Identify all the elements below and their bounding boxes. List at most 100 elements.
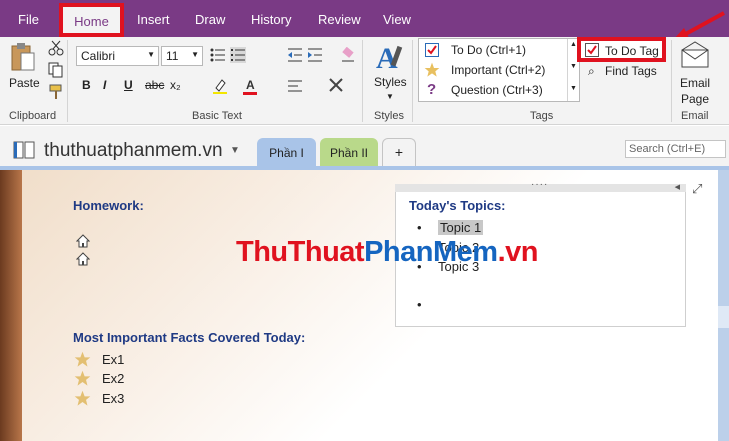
paste-icon[interactable] <box>10 42 36 72</box>
tag-item-important[interactable]: Important (Ctrl+2) <box>419 60 567 79</box>
tab-phan-1[interactable]: Phần I <box>257 138 316 168</box>
chevron-left-icon[interactable]: ◀ <box>675 183 680 191</box>
menu-home[interactable]: Home <box>59 3 124 37</box>
tags-group-label: Tags <box>530 110 554 122</box>
chevron-down-icon: ▼ <box>191 50 199 59</box>
align-icon[interactable] <box>287 78 303 94</box>
tags-gallery[interactable]: To Do (Ctrl+1) Important (Ctrl+2) ? Ques… <box>418 38 580 102</box>
menu-review[interactable]: Review <box>318 12 361 27</box>
note-container-handle[interactable]: ···· ◀ <box>395 179 686 192</box>
star-icon <box>74 370 91 386</box>
format-painter-icon[interactable] <box>48 84 64 100</box>
subscript-button[interactable]: x₂ <box>170 78 181 92</box>
watermark-logo: ThuThuatPhanMem.vn <box>236 236 538 269</box>
font-color-swatch <box>243 92 257 95</box>
divider <box>362 40 363 122</box>
star-icon <box>424 62 440 77</box>
find-tags-label: Find Tags <box>605 64 657 78</box>
add-section-tab[interactable]: + <box>382 138 416 168</box>
tag-item-label: Question (Ctrl+3) <box>451 83 543 97</box>
menu-view[interactable]: View <box>383 12 411 27</box>
facts-heading: Most Important Facts Covered Today: <box>73 330 306 345</box>
chevron-down-icon[interactable]: ▼ <box>386 92 394 101</box>
clipboard-group-label: Clipboard <box>9 110 57 122</box>
font-size-value: 11 <box>166 49 179 63</box>
fact-item[interactable]: Ex1 <box>102 352 124 367</box>
question-icon: ? <box>427 81 437 98</box>
font-color-button[interactable]: A <box>246 78 255 92</box>
font-name-select[interactable]: Calibri ▼ <box>76 46 159 66</box>
delete-icon[interactable] <box>328 77 344 93</box>
notebook-icon <box>13 141 35 159</box>
topic-item-label: Topic 1 <box>438 220 484 235</box>
tag-item-label: To Do (Ctrl+1) <box>451 43 527 57</box>
page-list-item[interactable] <box>718 170 729 306</box>
todo-tag-button[interactable]: To Do Tag <box>577 37 666 62</box>
menu-insert[interactable]: Insert <box>137 12 170 27</box>
tag-item-label: Important (Ctrl+2) <box>451 63 546 77</box>
tag-item-todo[interactable]: To Do (Ctrl+1) <box>419 40 567 59</box>
tag-item-question[interactable]: ? Question (Ctrl+3) <box>419 80 567 99</box>
chevron-down-icon: ▼ <box>147 50 155 59</box>
styles-button[interactable]: Styles <box>374 75 407 89</box>
divider <box>67 40 68 122</box>
more-icon[interactable]: ▼ <box>570 85 577 92</box>
page-background-image <box>0 170 22 441</box>
bold-button[interactable]: B <box>82 78 91 92</box>
numbering-icon[interactable] <box>230 47 246 63</box>
topics-heading: Today's Topics: <box>409 198 506 213</box>
fact-item[interactable]: Ex2 <box>102 371 124 386</box>
menu-history[interactable]: History <box>251 12 291 27</box>
homework-heading: Homework: <box>73 198 144 213</box>
chevron-up-icon[interactable]: ▲ <box>570 41 577 48</box>
todo-tag-label: To Do Tag <box>605 44 659 58</box>
menu-draw[interactable]: Draw <box>195 12 225 27</box>
notebook-title[interactable]: thuthuatphanmem.vn <box>44 140 223 162</box>
bullet-icon: • <box>417 220 422 235</box>
basic-text-group-label: Basic Text <box>192 110 242 122</box>
watermark-part: ThuThuat <box>236 236 365 268</box>
chevron-down-icon[interactable]: ▼ <box>570 63 577 70</box>
italic-button[interactable]: I <box>103 78 106 92</box>
copy-icon[interactable] <box>48 62 64 78</box>
search-input[interactable]: Search (Ctrl+E) <box>625 140 726 158</box>
styles-icon[interactable]: A <box>374 40 406 74</box>
watermark-part: PhanMem <box>364 236 498 268</box>
home-icon <box>76 234 90 248</box>
styles-group-label: Styles <box>374 110 404 122</box>
strikethrough-button[interactable]: abc <box>145 78 164 92</box>
add-icon: + <box>394 144 404 160</box>
watermark-part: .vn <box>497 236 539 268</box>
fact-item[interactable]: Ex3 <box>102 391 124 406</box>
underline-button[interactable]: U <box>124 78 133 92</box>
star-icon <box>74 351 91 367</box>
expand-icon[interactable]: ⤢ <box>692 181 702 197</box>
menu-home-label: Home <box>74 14 109 29</box>
bullet-icon: • <box>417 297 422 312</box>
tab-label: Phần II <box>329 146 369 160</box>
star-icon <box>74 390 91 406</box>
email-label-line1: Email <box>680 76 711 90</box>
paste-button[interactable]: Paste <box>9 76 40 90</box>
email-icon[interactable] <box>681 41 709 69</box>
topic-item[interactable]: Topic 1 <box>438 220 484 235</box>
checkbox-icon <box>585 43 599 57</box>
decrease-indent-icon[interactable] <box>287 47 303 63</box>
highlight-icon[interactable] <box>212 78 228 94</box>
checkbox-icon <box>425 43 439 57</box>
page-list-item[interactable] <box>718 328 729 441</box>
font-size-select[interactable]: 11 ▼ <box>161 46 203 66</box>
bullets-icon[interactable] <box>210 47 226 63</box>
menu-file[interactable]: File <box>18 12 39 27</box>
cut-icon[interactable] <box>48 40 64 56</box>
search-icon: ⌕ <box>588 64 595 78</box>
clear-formatting-icon[interactable] <box>340 47 356 63</box>
home-icon <box>76 252 90 266</box>
email-page-button[interactable]: Email Page <box>680 75 710 107</box>
tab-phan-2[interactable]: Phần II <box>320 138 378 168</box>
divider <box>671 40 672 122</box>
tab-label: Phần I <box>269 146 304 160</box>
chevron-down-icon[interactable]: ▼ <box>230 145 240 156</box>
email-label-line2: Page <box>680 92 710 106</box>
increase-indent-icon[interactable] <box>307 47 323 63</box>
